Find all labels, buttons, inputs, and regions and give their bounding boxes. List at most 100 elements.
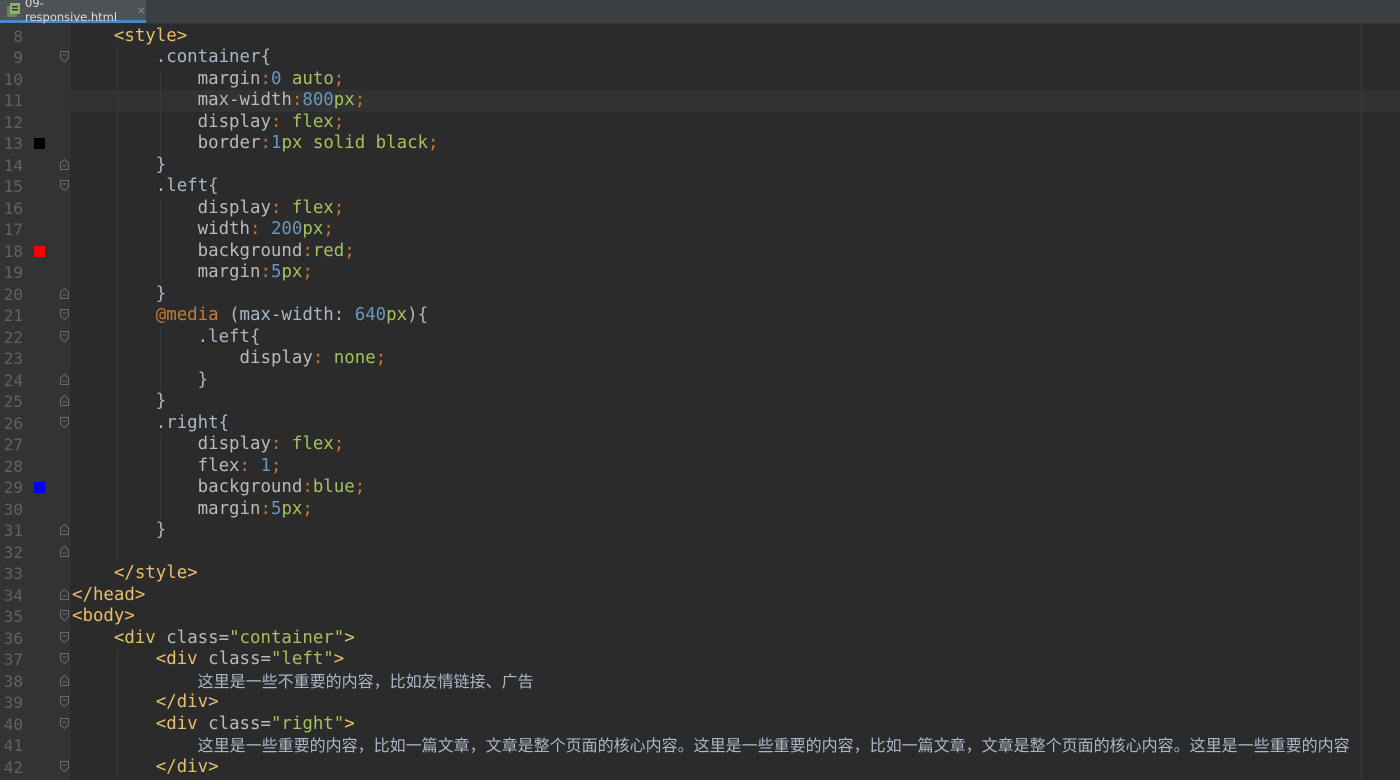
fold-close-icon[interactable]: [60, 545, 69, 557]
code-text: <div class="right">: [72, 714, 355, 736]
fold-open-icon[interactable]: [60, 717, 69, 729]
code-token: px: [281, 262, 303, 282]
fold-open-icon[interactable]: [60, 330, 69, 342]
fold-close-icon[interactable]: [60, 395, 69, 406]
fold-open-icon[interactable]: [60, 416, 69, 428]
code-token: px: [281, 498, 303, 519]
code-line[interactable]: 26 .right{: [0, 413, 1400, 435]
code-line[interactable]: 17 width: 200px;: [0, 219, 1400, 241]
code-text: display: none;: [72, 348, 387, 370]
code-line[interactable]: 12 display: flex;: [0, 112, 1400, 134]
code-token: px: [386, 305, 408, 325]
line-number: 9: [13, 48, 23, 67]
code-line[interactable]: 41 这里是一些重要的内容，比如一篇文章，文章是整个页面的核心内容。这里是一些重…: [0, 735, 1400, 757]
code-line[interactable]: 29 background:blue;: [0, 477, 1400, 499]
code-token: </div>: [155, 756, 219, 777]
code-line[interactable]: 21 @media (max-width: 640px){: [0, 305, 1400, 327]
tab-09-responsive-html[interactable]: 09-responsive.html ×: [0, 0, 146, 24]
fold-close-icon[interactable]: [60, 588, 69, 600]
color-swatch-icon[interactable]: [34, 482, 45, 493]
code-line[interactable]: 18 background:red;: [0, 241, 1400, 263]
line-number: 18: [3, 241, 23, 261]
line-number: 12: [3, 112, 23, 132]
code-text: .right{: [72, 413, 229, 435]
code-line[interactable]: 36 <div class="container">: [0, 628, 1400, 650]
code-line[interactable]: 30 margin:5px;: [0, 499, 1400, 521]
fold-open-icon[interactable]: [60, 696, 69, 707]
code-token: px solid black: [281, 133, 429, 153]
line-number: 34: [3, 585, 23, 605]
code-text: 这里是一些不重要的内容，比如友情链接、广告: [72, 671, 534, 694]
code-line[interactable]: 23 display: none;: [0, 348, 1400, 370]
code-line[interactable]: 37 <div class="left">: [0, 649, 1400, 671]
code-line[interactable]: 31 }: [0, 520, 1400, 542]
code-line[interactable]: 20 }: [0, 284, 1400, 306]
fold-close-icon[interactable]: [60, 287, 69, 299]
fold-open-icon[interactable]: [60, 760, 69, 772]
fold-open-icon[interactable]: [60, 610, 69, 621]
code-token: {: [208, 176, 219, 196]
code-line[interactable]: 13 border:1px solid black;: [0, 133, 1400, 155]
code-line[interactable]: 19 margin:5px;: [0, 262, 1400, 284]
line-number: 29: [3, 478, 23, 497]
code-line[interactable]: 38 这里是一些不重要的内容，比如友情链接、广告: [0, 671, 1400, 693]
fold-close-icon[interactable]: [60, 158, 69, 170]
code-line[interactable]: 27 display: flex;: [0, 434, 1400, 456]
code-text: .left{: [72, 176, 219, 198]
code-line[interactable]: 28 flex: 1;: [0, 456, 1400, 478]
fold-open-icon[interactable]: [60, 309, 69, 320]
code-token: ;: [428, 133, 439, 153]
code-line[interactable]: 32: [0, 542, 1400, 564]
code-line[interactable]: 39 </div>: [0, 692, 1400, 714]
line-number: 27: [3, 435, 23, 454]
code-text: width: 200px;: [72, 219, 334, 241]
code-token: max-width: [197, 90, 292, 110]
fold-open-icon[interactable]: [60, 51, 69, 62]
fold-open-icon[interactable]: [60, 180, 69, 191]
code-line[interactable]: 42 </div>: [0, 757, 1400, 779]
code-token: ;: [302, 498, 313, 519]
code-text: </head>: [72, 585, 145, 607]
code-line[interactable]: 40 <div class="right">: [0, 714, 1400, 736]
code-token: ;: [354, 90, 366, 110]
code-line[interactable]: 25 }: [0, 391, 1400, 413]
line-number: 10: [3, 69, 23, 89]
code-line[interactable]: 10 margin:0 auto;: [0, 69, 1400, 91]
code-line[interactable]: 24 }: [0, 370, 1400, 392]
close-icon[interactable]: ×: [137, 4, 146, 17]
code-token: 200: [260, 219, 303, 239]
code-token: }: [197, 369, 209, 390]
code-text: margin:0 auto;: [72, 68, 345, 91]
code-token: </style>: [113, 563, 198, 583]
fold-close-icon[interactable]: [60, 373, 69, 385]
line-number: 39: [3, 693, 23, 712]
code-line[interactable]: 34 </head>: [0, 585, 1400, 607]
code-token: background: [197, 240, 303, 261]
code-line[interactable]: 22 .left{: [0, 327, 1400, 349]
code-line[interactable]: 14 }: [0, 155, 1400, 177]
code-line[interactable]: 35 <body>: [0, 606, 1400, 628]
code-token: :: [260, 68, 271, 89]
fold-open-icon[interactable]: [60, 631, 69, 643]
fold-close-icon[interactable]: [60, 524, 69, 535]
code-line[interactable]: 8 <style>: [0, 26, 1400, 48]
code-text: }: [72, 391, 166, 413]
code-line[interactable]: 9 .container{: [0, 47, 1400, 69]
code-line[interactable]: 15 .left{: [0, 176, 1400, 198]
code-line[interactable]: 11 max-width:800px;: [0, 90, 1400, 112]
line-number: 13: [3, 134, 23, 153]
code-text: }: [72, 370, 208, 392]
code-text: }: [72, 520, 166, 542]
color-swatch-icon[interactable]: [34, 138, 45, 149]
color-swatch-icon[interactable]: [34, 245, 45, 257]
code-token: (max-width:: [218, 305, 355, 325]
code-line[interactable]: 16 display: flex;: [0, 198, 1400, 220]
code-line[interactable]: 33 </style>: [0, 563, 1400, 585]
fold-close-icon[interactable]: [60, 674, 69, 686]
fold-open-icon[interactable]: [60, 653, 69, 664]
code-token: 0: [270, 68, 282, 89]
